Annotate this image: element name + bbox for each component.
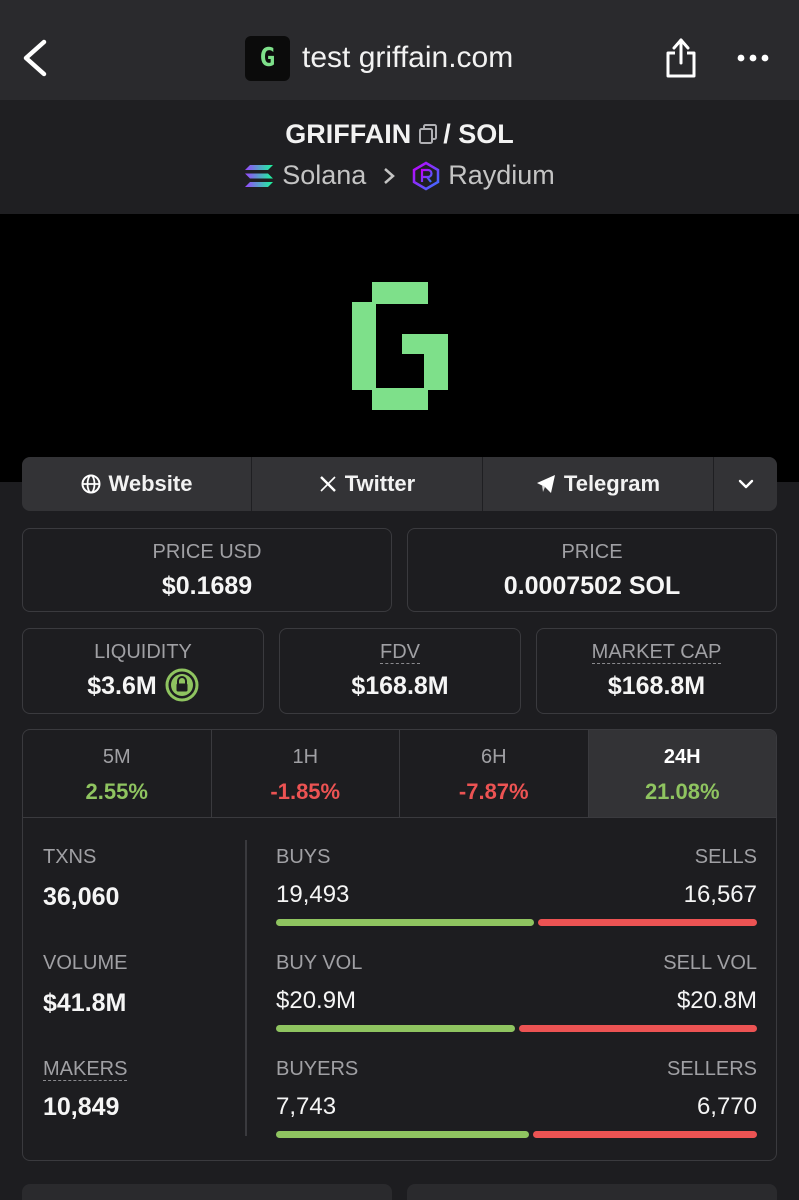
twitter-button[interactable]: Twitter (252, 457, 483, 511)
base-token: GRIFFAIN (285, 119, 412, 149)
sellers-bar-fill (532, 1131, 757, 1138)
buys-sells-bar (276, 919, 757, 926)
price-native-label: PRICE (561, 541, 623, 563)
website-button[interactable]: Website (22, 457, 252, 511)
more-links-dropdown[interactable] (714, 457, 777, 511)
buys-label: BUYS (276, 846, 331, 868)
buys-sells-split: BUYS SELLS 19,493 16,567 (276, 846, 757, 926)
buyers-sellers-bar (276, 1131, 757, 1138)
market-cap-label[interactable]: MARKET CAP (591, 641, 722, 664)
volume-bar (276, 1025, 757, 1032)
txns-label: TXNS (43, 846, 97, 868)
buys-value: 19,493 (276, 881, 350, 908)
chain-breadcrumb: Solana Raydium (0, 160, 799, 191)
token-banner (0, 214, 799, 482)
buyers-value: 7,743 (276, 1093, 337, 1120)
price-native-card: PRICE 0.0007502 SOL (407, 528, 777, 612)
back-arrow-icon[interactable] (18, 36, 54, 80)
chain-name[interactable]: Solana (282, 160, 366, 191)
pair-title: GRIFFAIN / SOL (0, 119, 799, 150)
volume-label: VOLUME (43, 952, 128, 974)
sell-vol-label: SELL VOL (663, 952, 757, 974)
social-links-bar: Website Twitter Telegram (22, 457, 777, 511)
next-card-left (22, 1184, 392, 1200)
griffain-favicon-icon: G (245, 35, 290, 81)
fdv-label[interactable]: FDV (380, 641, 420, 664)
buy-vol-value: $20.9M (276, 987, 357, 1014)
sells-value: 16,567 (683, 881, 757, 908)
market-cap-card: MARKET CAP $168.8M (536, 628, 777, 714)
txns-value: 36,060 (43, 883, 120, 911)
fdv-value: $168.8M (351, 672, 449, 700)
copy-icon[interactable] (417, 123, 439, 145)
makers-value: 10,849 (43, 1093, 120, 1121)
sells-label: SELLS (694, 846, 757, 868)
buy-vol-bar-fill (276, 1025, 515, 1032)
makers-metric: MAKERS 10,849 (43, 1058, 128, 1122)
share-icon[interactable] (664, 36, 698, 80)
next-card-right (407, 1184, 777, 1200)
browser-top-bar: G test griffain.com (0, 0, 799, 100)
buy-vol-label: BUY VOL (276, 952, 363, 974)
liquidity-label: LIQUIDITY (94, 641, 192, 663)
trading-stats-panel: 5M 2.55% 1H -1.85% 6H -7.87% 24H 21.08% … (22, 729, 777, 1161)
site-identity: G test griffain.com (245, 35, 513, 81)
buyers-bar-fill (276, 1131, 529, 1138)
txns-metric: TXNS 36,060 (43, 846, 119, 912)
globe-icon (81, 474, 101, 494)
volume-metric: VOLUME $41.8M (43, 952, 127, 1018)
chevron-right-icon (384, 167, 396, 184)
quote-token: SOL (458, 119, 514, 149)
sellers-label: SELLERS (666, 1058, 757, 1080)
liquidity-card: LIQUIDITY $3.6M (22, 628, 264, 714)
chevron-down-icon (738, 479, 753, 489)
solana-logo-icon (245, 164, 274, 187)
sell-vol-bar-fill (518, 1025, 757, 1032)
makers-label[interactable]: MAKERS (43, 1058, 128, 1081)
tab-6h[interactable]: 6H -7.87% (400, 730, 589, 817)
x-icon (319, 476, 336, 492)
price-usd-value: $0.1689 (161, 572, 253, 600)
sell-vol-value: $20.8M (676, 987, 757, 1014)
fdv-card: FDV $168.8M (279, 628, 521, 714)
buyers-label: BUYERS (276, 1058, 359, 1080)
tab-1h[interactable]: 1H -1.85% (212, 730, 400, 817)
sellers-value: 6,770 (696, 1093, 757, 1120)
buy-sell-volume-split: BUY VOL SELL VOL $20.9M $20.8M (276, 952, 757, 1032)
telegram-icon (536, 475, 555, 493)
price-native-value: 0.0007502 SOL (503, 572, 681, 600)
volume-value: $41.8M (43, 989, 127, 1017)
market-cap-value: $168.8M (607, 672, 706, 700)
dex-name[interactable]: Raydium (448, 160, 555, 191)
griffain-logo-icon (352, 282, 448, 410)
tab-24h[interactable]: 24H 21.08% (588, 730, 776, 817)
raydium-logo-icon (413, 161, 440, 190)
telegram-button[interactable]: Telegram (483, 457, 714, 511)
lock-icon[interactable] (165, 668, 199, 702)
site-title: test griffain.com (302, 41, 514, 74)
buyers-sellers-split: BUYERS SELLERS 7,743 6,770 (276, 1058, 757, 1138)
price-usd-card: PRICE USD $0.1689 (22, 528, 392, 612)
price-usd-label: PRICE USD (152, 541, 262, 563)
liquidity-value: $3.6M (87, 672, 157, 700)
buys-bar-fill (276, 919, 534, 926)
sells-bar-fill (537, 919, 757, 926)
timeframe-tabs: 5M 2.55% 1H -1.85% 6H -7.87% 24H 21.08% (23, 730, 776, 818)
tab-5m[interactable]: 5M 2.55% (23, 730, 212, 817)
more-options-icon[interactable] (736, 50, 770, 66)
stats-divider (245, 840, 247, 1136)
pair-separator: / (443, 119, 451, 149)
pair-header (0, 100, 799, 214)
